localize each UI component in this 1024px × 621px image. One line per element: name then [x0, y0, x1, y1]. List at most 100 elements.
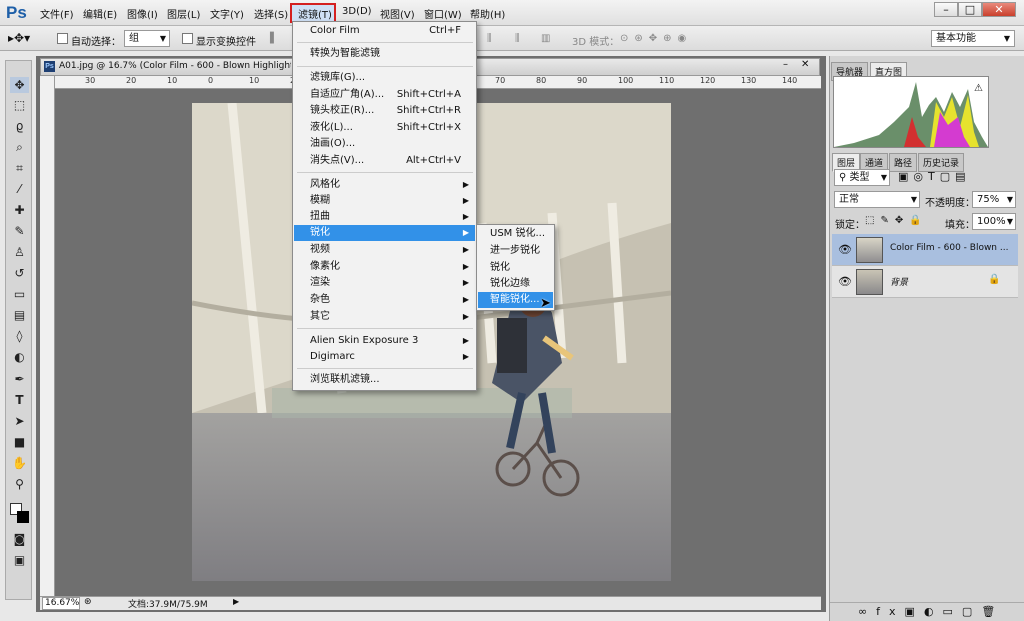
- align-icon[interactable]: ⫼: [487, 33, 492, 44]
- layer-filter-kind-select[interactable]: ⚲ 类型 ▼: [834, 169, 890, 186]
- menu-window[interactable]: 窗口(W): [424, 6, 462, 21]
- menu-item-noise[interactable]: 杂色 ▶: [294, 292, 475, 308]
- doc-close-icon[interactable]: ✕: [801, 59, 809, 70]
- clone-stamp-tool-icon[interactable]: ♙: [10, 244, 29, 260]
- menu-filter[interactable]: 滤镜(T): [298, 6, 332, 21]
- layer-name[interactable]: 背景: [890, 275, 908, 288]
- submenu-item-sharpen-edges[interactable]: 锐化边缘: [478, 276, 553, 292]
- shape-tool-icon[interactable]: ■: [10, 434, 29, 450]
- zoom-tool-icon[interactable]: ⚲: [10, 476, 29, 492]
- menu-item-video[interactable]: 视频 ▶: [294, 242, 475, 258]
- marquee-tool-icon[interactable]: ⬚: [10, 97, 29, 113]
- eyedropper-tool-icon[interactable]: ⁄: [10, 181, 29, 197]
- path-select-tool-icon[interactable]: ➤: [10, 413, 29, 429]
- chevron-down-icon: ▼: [1003, 34, 1010, 43]
- tools-panel: ✥ ⬚ ϱ ⌕ ⌗ ⁄ ✚ ✎ ♙ ↺ ▭ ▤ ◊ ◐ ✒ T ➤ ■ ✋ ⚲ …: [5, 60, 32, 600]
- layer-name[interactable]: Color Film - 600 - Blown ...: [890, 243, 1015, 253]
- submenu-arrow-icon: ▶: [462, 352, 469, 361]
- menu-help[interactable]: 帮助(H): [470, 6, 505, 21]
- menu-item-convert-smart[interactable]: 转换为智能滤镜: [294, 46, 475, 62]
- eye-icon[interactable]: 👁: [838, 275, 852, 288]
- 3d-tools-icon[interactable]: ⊙⊛✥⊕◉: [620, 33, 692, 44]
- menu-item-lens-correction[interactable]: 镜头校正(R)... Shift+Ctrl+R: [294, 103, 475, 119]
- menu-item-render[interactable]: 渲染 ▶: [294, 275, 475, 291]
- menu-item-alien-skin[interactable]: Alien Skin Exposure 3 ▶: [294, 333, 475, 349]
- submenu-arrow-icon: ▶: [462, 180, 469, 189]
- healing-brush-tool-icon[interactable]: ✚: [10, 202, 29, 218]
- menu-item-sharpen[interactable]: 锐化 ▶: [294, 225, 475, 241]
- submenu-item-sharpen[interactable]: 锐化: [478, 260, 553, 276]
- menu-3d[interactable]: 3D(D): [342, 6, 372, 17]
- menu-item-filter-gallery[interactable]: 滤镜库(G)...: [294, 70, 475, 86]
- auto-select-target-select[interactable]: 组 ▼: [124, 30, 170, 47]
- submenu-arrow-icon: ▶: [462, 312, 469, 321]
- menu-item-adaptive-wide-angle[interactable]: 自适应广角(A)... Shift+Ctrl+A: [294, 87, 475, 103]
- gradient-tool-icon[interactable]: ▤: [10, 307, 29, 323]
- menu-view[interactable]: 视图(V): [380, 6, 415, 21]
- eraser-tool-icon[interactable]: ▭: [10, 286, 29, 302]
- menu-item-browse-online[interactable]: 浏览联机滤镜...: [294, 372, 475, 388]
- hand-tool-icon[interactable]: ✋: [10, 455, 29, 471]
- quick-mask-icon[interactable]: ◙: [10, 531, 29, 547]
- status-info-icon[interactable]: ⊛: [84, 597, 92, 607]
- eye-icon[interactable]: 👁: [838, 243, 852, 256]
- zoom-field[interactable]: 16.67%: [42, 597, 80, 610]
- workspace-select[interactable]: 基本功能 ▼: [931, 30, 1015, 47]
- submenu-item-usm[interactable]: USM 锐化...: [478, 226, 553, 242]
- menu-item-pixelate[interactable]: 像素化 ▶: [294, 259, 475, 275]
- screen-mode-icon[interactable]: ▣: [10, 552, 29, 568]
- maximize-button[interactable]: □: [958, 2, 982, 17]
- layer-row-background[interactable]: 👁 背景 🔒: [832, 266, 1018, 298]
- minimize-button[interactable]: –: [934, 2, 958, 17]
- fill-input[interactable]: 100% ▼: [972, 213, 1016, 230]
- menu-item-digimarc[interactable]: Digimarc ▶: [294, 349, 475, 365]
- doc-minimize-icon[interactable]: –: [783, 59, 788, 70]
- submenu-item-sharpen-more[interactable]: 进一步锐化: [478, 243, 553, 259]
- menu-layer[interactable]: 图层(L): [167, 6, 200, 21]
- status-menu-arrow-icon[interactable]: ▶: [233, 597, 239, 606]
- menu-image[interactable]: 图像(I): [127, 6, 158, 21]
- submenu-arrow-icon: ▶: [462, 212, 469, 221]
- quick-select-tool-icon[interactable]: ⌕: [10, 139, 29, 155]
- menu-item-oil-paint[interactable]: 油画(O)...: [294, 136, 475, 152]
- show-transform-checkbox[interactable]: [182, 33, 193, 44]
- opacity-value: 75%: [977, 194, 1000, 205]
- crop-tool-icon[interactable]: ⌗: [10, 160, 29, 176]
- history-brush-tool-icon[interactable]: ↺: [10, 265, 29, 281]
- menu-item-stylize[interactable]: 风格化 ▶: [294, 177, 475, 193]
- menu-item-color-film[interactable]: Color Film Ctrl+F: [294, 23, 475, 39]
- menu-item-liquify[interactable]: 液化(L)... Shift+Ctrl+X: [294, 120, 475, 136]
- ruler-tick-label: 140: [782, 76, 798, 85]
- align-icon[interactable]: ▐: [266, 33, 274, 44]
- menu-item-blur[interactable]: 模糊 ▶: [294, 193, 475, 209]
- menu-edit[interactable]: 编辑(E): [83, 6, 117, 21]
- background-color-swatch[interactable]: [17, 511, 29, 523]
- menu-item-vanishing-point[interactable]: 消失点(V)... Alt+Ctrl+V: [294, 153, 475, 169]
- status-bar: 16.67% ⊛ 文档:37.9M/75.9M ▶: [40, 596, 821, 610]
- dodge-tool-icon[interactable]: ◐: [10, 349, 29, 365]
- menu-item-other[interactable]: 其它 ▶: [294, 309, 475, 325]
- pen-tool-icon[interactable]: ✒: [10, 371, 29, 387]
- distribute-icon[interactable]: ⫼: [515, 33, 520, 44]
- brush-tool-icon[interactable]: ✎: [10, 223, 29, 239]
- layer-filter-icons[interactable]: ▣◎T▢▤: [898, 170, 971, 183]
- blur-tool-icon[interactable]: ◊: [10, 328, 29, 344]
- lasso-tool-icon[interactable]: ϱ: [10, 118, 29, 134]
- auto-select-checkbox[interactable]: [57, 33, 68, 44]
- menu-item-distort[interactable]: 扭曲 ▶: [294, 209, 475, 225]
- move-tool-icon[interactable]: ✥: [10, 77, 29, 93]
- move-tool-icon[interactable]: ▸✥▾: [8, 31, 30, 45]
- lock-icons[interactable]: ⬚✎✥🔒: [865, 215, 928, 226]
- opacity-input[interactable]: 75% ▼: [972, 191, 1016, 208]
- layer-row-color-film[interactable]: 👁 Color Film - 600 - Blown ...: [832, 234, 1018, 266]
- menu-file[interactable]: 文件(F): [40, 6, 74, 21]
- blend-mode-select[interactable]: 正常 ▼: [834, 191, 920, 208]
- lock-label: 锁定：: [835, 220, 865, 231]
- close-button[interactable]: ✕: [982, 2, 1016, 17]
- layer-footer-icons[interactable]: ∞fx▣◐▭▢🗑: [858, 605, 1004, 618]
- auto-align-icon[interactable]: ▥: [541, 33, 550, 44]
- menu-type[interactable]: 文字(Y): [210, 6, 244, 21]
- menu-select[interactable]: 选择(S): [254, 6, 288, 21]
- warning-icon[interactable]: ⚠: [974, 83, 983, 94]
- type-tool-icon[interactable]: T: [10, 392, 29, 408]
